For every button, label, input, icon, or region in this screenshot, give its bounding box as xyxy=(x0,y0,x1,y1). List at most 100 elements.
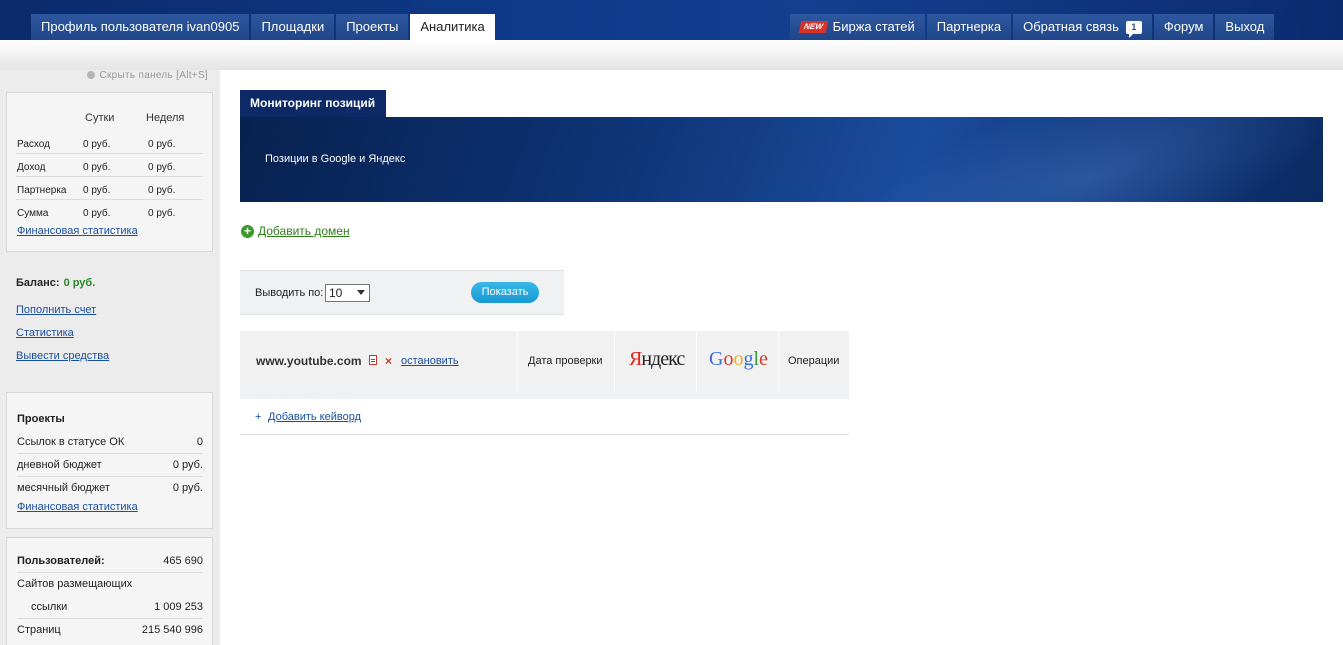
statistics-link[interactable]: Статистика xyxy=(16,327,74,339)
add-domain-link[interactable]: Добавить домен xyxy=(258,224,350,238)
show-button[interactable]: Показать xyxy=(471,282,539,303)
nav-article-exchange-label: Биржа статей xyxy=(832,19,915,34)
links-value: 1 009 253 xyxy=(154,601,203,613)
balance: Баланс: 0 руб. xyxy=(16,277,95,289)
projects-row-label: Ссылок в статусе ОК xyxy=(17,436,125,448)
users-value: 465 690 xyxy=(163,555,203,567)
add-domain[interactable]: + Добавить домен xyxy=(241,224,350,238)
finance-row: Расход 0 руб. 0 руб. xyxy=(16,131,203,154)
plus-icon: + xyxy=(255,411,262,423)
nav-left: Профиль пользователя ivan0905 Площадки П… xyxy=(31,14,497,40)
plus-circle-icon: + xyxy=(241,224,254,238)
google-header: Google xyxy=(696,331,778,392)
finance-row-day: 0 руб. xyxy=(83,208,111,219)
delete-icon[interactable]: × xyxy=(385,354,392,368)
projects-box: Проекты Ссылок в статусе ОК 0 дневной бю… xyxy=(6,392,213,529)
finance-row-week: 0 руб. xyxy=(148,162,176,173)
projects-row-label: дневной бюджет xyxy=(17,459,102,471)
projects-row: Ссылок в статусе ОК 0 xyxy=(17,431,203,454)
nav-analytics[interactable]: Аналитика xyxy=(410,14,495,40)
google-logo: Google xyxy=(709,348,768,370)
per-page-label: Выводить по: xyxy=(255,287,324,299)
stats-row: Сайтов размещающих xyxy=(17,573,203,596)
nav-logout[interactable]: Выход xyxy=(1215,14,1275,40)
new-badge: NEW xyxy=(798,21,828,33)
projects-row-value: 0 руб. xyxy=(172,459,203,471)
links-label: ссылки xyxy=(31,601,68,613)
domain-cell: www.youtube.com × остановить xyxy=(240,331,517,392)
chevron-down-icon xyxy=(357,290,365,295)
finance-row: Сумма 0 руб. 0 руб. xyxy=(16,200,203,223)
nav-sites[interactable]: Площадки xyxy=(251,14,335,40)
users-label: Пользователей: xyxy=(17,555,105,567)
top-up-link[interactable]: Пополнить счет xyxy=(16,304,96,316)
nav-feedback-label: Обратная связь xyxy=(1023,19,1119,34)
stats-row: Пользователей: 465 690 xyxy=(17,550,203,573)
nav-article-exchange[interactable]: NEW Биржа статей xyxy=(790,14,925,40)
pages-value: 215 540 996 xyxy=(141,624,203,636)
withdraw-link[interactable]: Вывести средства xyxy=(16,350,109,362)
check-date-label: Дата проверки xyxy=(528,355,603,367)
projects-row: месячный бюджет 0 руб. xyxy=(17,477,203,500)
finance-stats-link[interactable]: Финансовая статистика xyxy=(17,225,138,237)
yandex-logo: Яндекс xyxy=(629,348,685,370)
stats-row: ссылки 1 009 253 xyxy=(17,596,203,619)
nav-right: NEW Биржа статей Партнерка Обратная связ… xyxy=(790,14,1276,40)
yandex-header: Яндекс xyxy=(614,331,696,392)
hide-panel-label: Скрыть панель [Alt+S] xyxy=(99,70,208,81)
projects-row: дневной бюджет 0 руб. xyxy=(17,454,203,477)
sidebar: Скрыть панель [Alt+S] Сутки Неделя Расхо… xyxy=(0,70,220,645)
document-icon[interactable] xyxy=(369,355,377,365)
balance-label: Баланс: xyxy=(16,277,60,289)
nav-feedback[interactable]: Обратная связь 1 xyxy=(1013,14,1152,40)
top-navbar: Профиль пользователя ivan0905 Площадки П… xyxy=(0,0,1343,40)
finance-row-day: 0 руб. xyxy=(83,185,111,196)
add-keyword-row: + Добавить кейворд xyxy=(240,399,849,435)
filter-box: Выводить по: 10 Показать xyxy=(240,270,564,315)
pages-label: Страниц xyxy=(17,624,61,636)
per-page-select[interactable]: 10 xyxy=(325,284,370,302)
domain-table: www.youtube.com × остановить Дата провер… xyxy=(240,331,849,392)
nav-forum[interactable]: Форум xyxy=(1153,14,1214,40)
finance-row-label: Сумма xyxy=(17,208,49,219)
finance-row: Партнерка 0 руб. 0 руб. xyxy=(16,177,203,200)
finance-row: Доход 0 руб. 0 руб. xyxy=(16,154,203,177)
col-day-header: Сутки xyxy=(85,112,115,124)
projects-finance-link[interactable]: Финансовая статистика xyxy=(17,501,138,513)
projects-row-value: 0 руб. xyxy=(172,482,203,494)
check-date-header: Дата проверки xyxy=(517,331,614,392)
hide-panel-toggle[interactable]: Скрыть панель [Alt+S] xyxy=(87,70,208,81)
banner-text: Позиции в Google и Яндекс xyxy=(265,153,406,165)
stop-link[interactable]: остановить xyxy=(401,355,459,367)
operations-header: Операции xyxy=(778,331,849,392)
table-divider xyxy=(240,392,849,399)
projects-title: Проекты xyxy=(17,413,65,425)
tab-position-monitoring[interactable]: Мониторинг позиций xyxy=(240,90,386,117)
finance-row-day: 0 руб. xyxy=(83,162,111,173)
stats-row: Страниц 215 540 996 xyxy=(17,619,203,642)
finance-row-week: 0 руб. xyxy=(148,208,176,219)
nav-partner[interactable]: Партнерка xyxy=(926,14,1012,40)
site-stats-box: Пользователей: 465 690 Сайтов размещающи… xyxy=(6,537,213,645)
per-page-value: 10 xyxy=(329,286,343,300)
sites-label: Сайтов размещающих xyxy=(17,578,133,590)
finance-row-week: 0 руб. xyxy=(148,139,176,150)
finance-summary-box: Сутки Неделя Расход 0 руб. 0 руб. Доход … xyxy=(6,92,213,252)
message-count-icon: 1 xyxy=(1125,20,1142,38)
banner: Позиции в Google и Яндекс xyxy=(240,117,1323,202)
domain-name: www.youtube.com xyxy=(256,354,362,368)
finance-row-label: Расход xyxy=(17,139,50,150)
add-keyword-link[interactable]: Добавить кейворд xyxy=(268,411,361,423)
col-week-header: Неделя xyxy=(146,112,185,124)
nav-projects[interactable]: Проекты xyxy=(336,14,409,40)
projects-row-label: месячный бюджет xyxy=(17,482,110,494)
finance-row-label: Доход xyxy=(17,162,46,173)
operations-label: Операции xyxy=(788,355,840,367)
nav-profile[interactable]: Профиль пользователя ivan0905 xyxy=(31,14,250,40)
finance-row-day: 0 руб. xyxy=(83,139,111,150)
balance-value: 0 руб. xyxy=(63,277,96,289)
finance-row-label: Партнерка xyxy=(17,185,67,196)
toggle-dot-icon xyxy=(87,71,96,79)
sub-header-bar xyxy=(0,40,1343,70)
projects-row-value: 0 xyxy=(196,436,203,448)
